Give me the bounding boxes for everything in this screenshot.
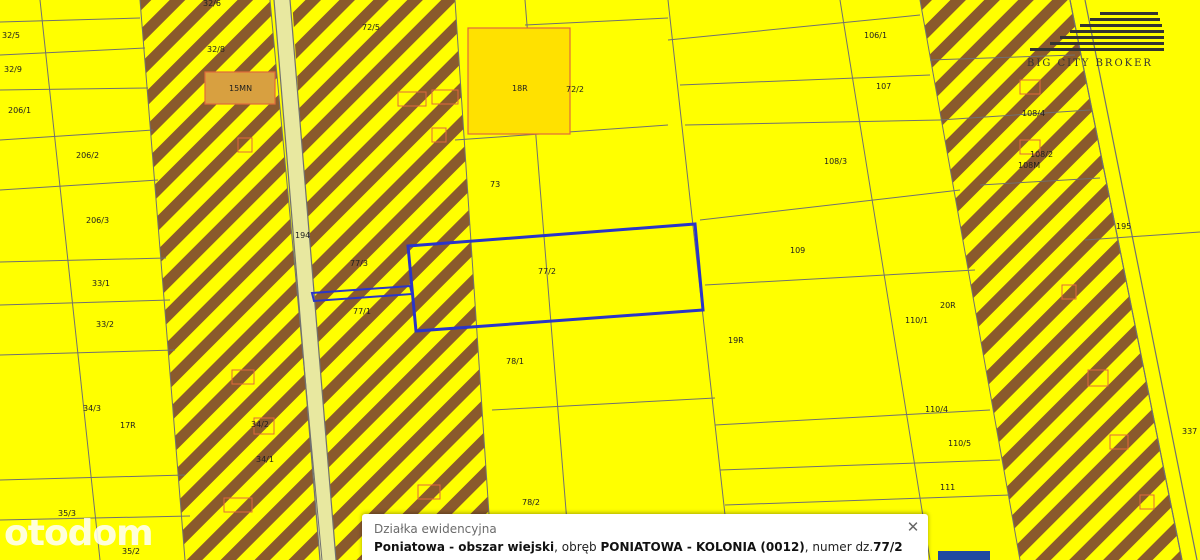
parcel-label: 110/5 — [948, 439, 971, 448]
cadastral-map: 32/6 32/5 32/8 32/9 15MN 206/1 206/2 206… — [0, 0, 1200, 560]
parcel-label: 32/9 — [4, 65, 22, 74]
parcel-label: 109 — [790, 246, 805, 255]
parcel-label: 18R — [512, 84, 528, 93]
popup-body: Poniatowa - obszar wiejski, obręb PONIAT… — [374, 540, 903, 554]
parcel-info-popup: Działka ewidencyjna Poniatowa - obszar w… — [362, 514, 928, 560]
parcel-label: 34/3 — [83, 404, 101, 413]
parcel-label: 108M — [1018, 161, 1040, 170]
parcel-label: 206/1 — [8, 106, 31, 115]
popup-sep2: , numer dz. — [804, 540, 874, 554]
parcel-label: 32/6 — [203, 0, 221, 8]
parcel-label: 194 — [295, 231, 310, 240]
parcel-label: 33/1 — [92, 279, 110, 288]
popup-title: Działka ewidencyjna — [374, 522, 497, 536]
parcel-label: 106/1 — [864, 31, 887, 40]
popup-sep1: , obręb — [554, 540, 601, 554]
popup-place: Poniatowa - obszar wiejski — [374, 540, 555, 554]
parcel-label: 111 — [940, 483, 955, 492]
parcel-label: 73 — [490, 180, 500, 189]
building-plot-18r — [467, 27, 571, 135]
parcel-label: 195 — [1116, 222, 1131, 231]
close-icon[interactable]: ✕ — [904, 518, 922, 536]
popup-district: PONIATOWA - KOLONIA (0012) — [600, 540, 805, 554]
parcel-label: 110/1 — [905, 316, 928, 325]
parcel-label: 32/8 — [207, 45, 225, 54]
parcel-label: 72/2 — [566, 85, 584, 94]
parcel-label: 32/5 — [2, 31, 20, 40]
otodom-watermark: otodom — [4, 513, 154, 554]
map-canvas[interactable]: 32/6 32/5 32/8 32/9 15MN 206/1 206/2 206… — [0, 0, 1200, 560]
parcel-label: 15MN — [229, 84, 252, 93]
parcel-label: 337 — [1182, 427, 1197, 436]
eu-flag-icon — [938, 551, 990, 560]
parcel-label: 19R — [728, 336, 744, 345]
parcel-label: 108/2 — [1030, 150, 1053, 159]
parcel-label: 72/5 — [362, 23, 380, 32]
parcel-label: 206/2 — [76, 151, 99, 160]
parcel-label: 78/1 — [506, 357, 524, 366]
parcel-label: 34/1 — [256, 455, 274, 464]
parcel-label: 77/1 — [353, 307, 371, 316]
parcel-label: 107 — [876, 82, 891, 91]
parcel-label: 108/3 — [824, 157, 847, 166]
popup-number: 77/2 — [873, 540, 903, 554]
logo-name: BIG CITY BROKER — [1027, 58, 1153, 69]
parcel-label: 17R — [120, 421, 136, 430]
parcel-label: 33/2 — [96, 320, 114, 329]
parcel-label: 110/4 — [925, 405, 948, 414]
parcel-label: 108/4 — [1022, 109, 1045, 118]
parcel-label: 20R — [940, 301, 956, 310]
parcel-label: 34/2 — [251, 420, 269, 429]
parcel-label: 206/3 — [86, 216, 109, 225]
parcel-label: 78/2 — [522, 498, 540, 507]
parcel-label: 77/3 — [350, 259, 368, 268]
parcel-label: 77/2 — [538, 267, 556, 276]
